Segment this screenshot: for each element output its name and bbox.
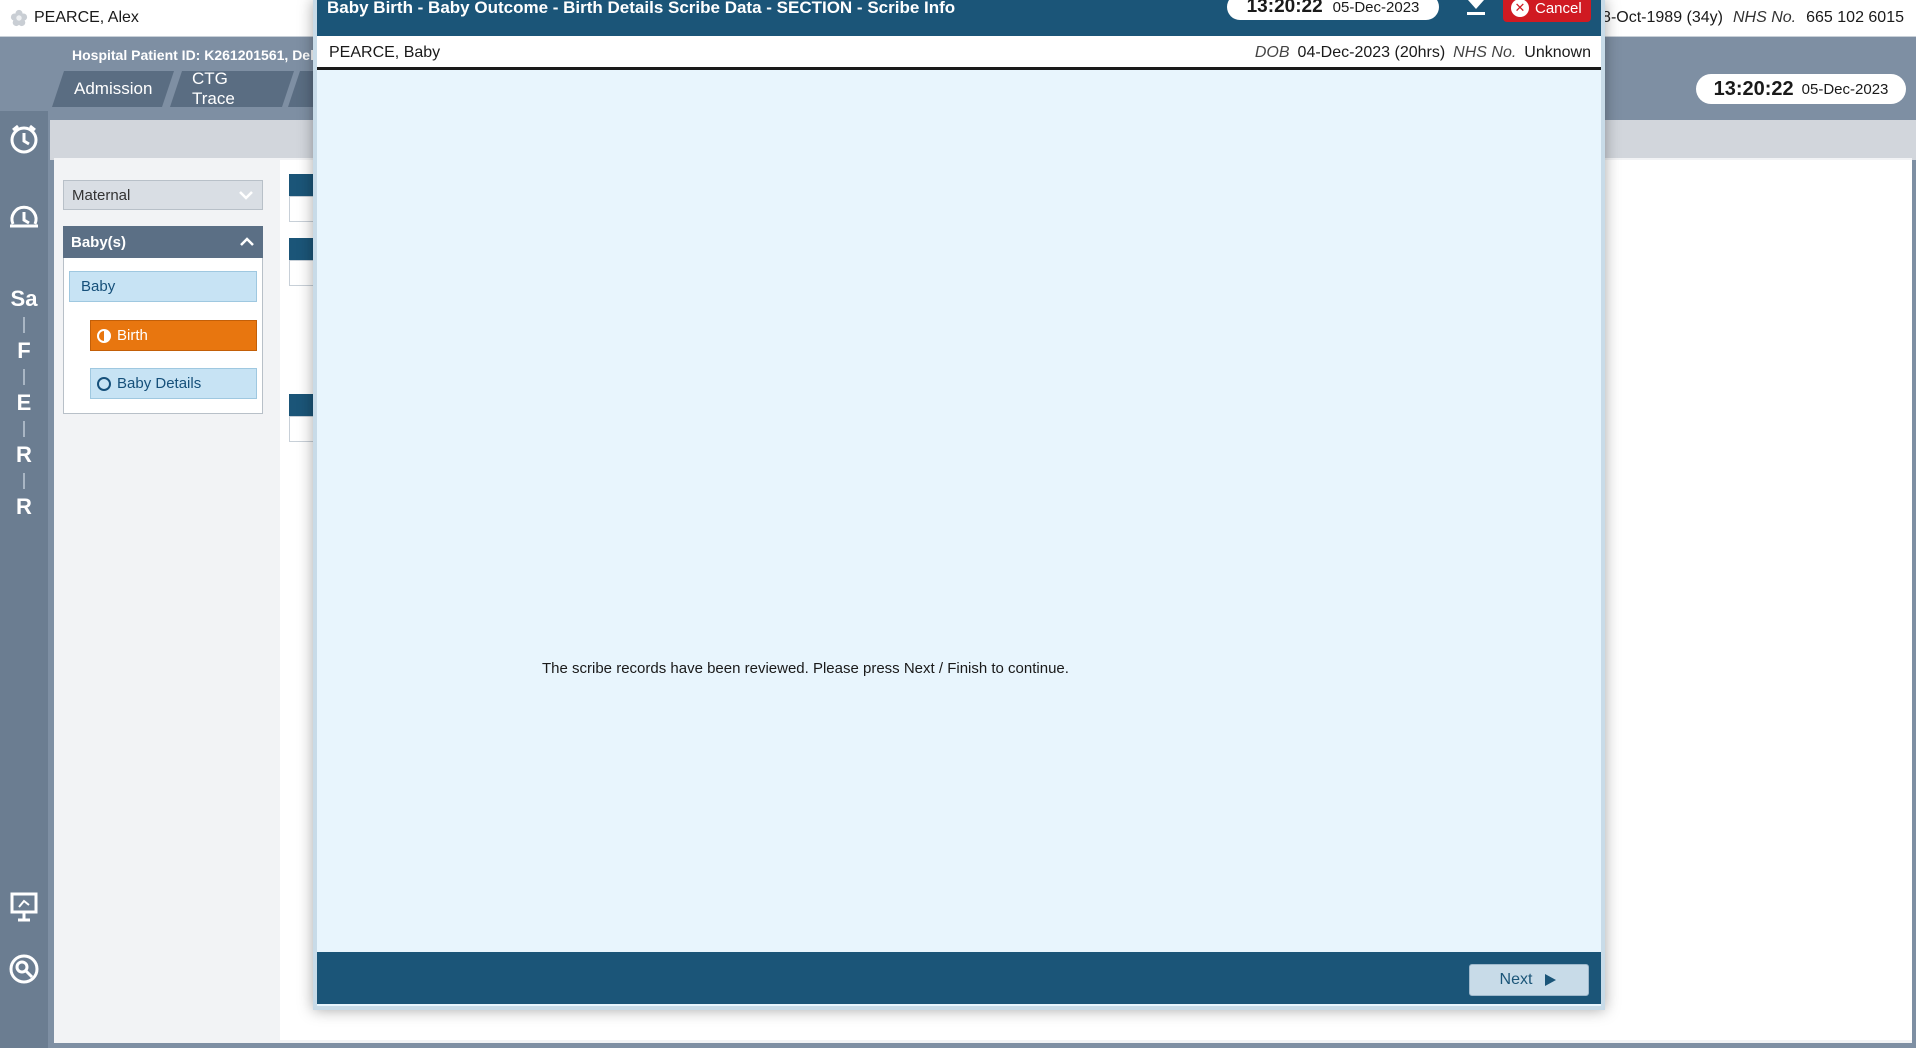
- cancel-label: Cancel: [1535, 0, 1582, 17]
- app-clock-time: 13:20:22: [1713, 77, 1794, 100]
- baby-info: DOB 04-Dec-2023 (20hrs) NHS No. Unknown: [1255, 44, 1591, 62]
- tab-admission[interactable]: Admission: [52, 71, 174, 107]
- play-icon: [1545, 974, 1557, 986]
- nhs-number: 665 102 6015: [1806, 9, 1904, 26]
- rail-item-e[interactable]: E: [6, 385, 42, 421]
- left-rail: Sa F E R R: [0, 111, 48, 1048]
- dialog-clock-date: 05-Dec-2023: [1332, 0, 1420, 16]
- dialog-clock-time: 13:20:22: [1246, 0, 1323, 17]
- next-button[interactable]: Next: [1469, 964, 1589, 996]
- next-label: Next: [1499, 971, 1533, 988]
- babies-list: Baby Birth Baby Details: [63, 258, 263, 414]
- baby-details-item[interactable]: Baby Details: [90, 368, 257, 399]
- tab-ctg-trace[interactable]: CTG Trace: [170, 71, 294, 107]
- half-circle-icon: [97, 328, 111, 343]
- review-message: The scribe records have been reviewed. P…: [542, 660, 1069, 677]
- nhs-label: NHS No.: [1733, 9, 1797, 26]
- baby-nhs-value: Unknown: [1524, 44, 1591, 61]
- flower-icon: [10, 9, 28, 27]
- patient-name: PEARCE, Alex: [34, 9, 139, 26]
- patient-dob: 18-Oct-1989 (34y): [1593, 9, 1723, 26]
- dialog-patient-bar: PEARCE, Baby DOB 04-Dec-2023 (20hrs) NHS…: [317, 36, 1601, 70]
- dialog-body: The scribe records have been reviewed. P…: [317, 70, 1601, 952]
- rail-item-r2[interactable]: R: [6, 489, 42, 525]
- cancel-button[interactable]: ✕ Cancel: [1503, 0, 1591, 22]
- patient-header: PEARCE, Alex: [10, 9, 139, 27]
- close-icon: ✕: [1511, 0, 1529, 17]
- birth-item-label: Birth: [117, 327, 148, 344]
- maternal-label: Maternal: [72, 186, 131, 204]
- history-icon[interactable]: [6, 199, 42, 235]
- dialog-clock: 13:20:22 05-Dec-2023: [1227, 0, 1439, 20]
- baby-nhs-label: NHS No.: [1453, 44, 1517, 61]
- rail-item-sa[interactable]: Sa: [6, 281, 42, 317]
- empty-circle-icon: [97, 376, 111, 391]
- baby-item[interactable]: Baby: [69, 271, 257, 302]
- baby-details-label: Baby Details: [117, 375, 202, 392]
- scribe-info-dialog: Baby Birth - Baby Outcome - Birth Detail…: [313, 0, 1605, 1010]
- chevron-up-icon: [240, 237, 254, 246]
- search-icon[interactable]: [6, 951, 42, 987]
- babies-section-header[interactable]: Baby(s): [63, 226, 263, 258]
- baby-item-label: Baby: [81, 278, 116, 295]
- rail-item-f[interactable]: F: [6, 333, 42, 369]
- download-icon[interactable]: [1463, 0, 1489, 20]
- dialog-titlebar: Baby Birth - Baby Outcome - Birth Detail…: [317, 0, 1601, 36]
- maternal-dropdown[interactable]: Maternal: [63, 180, 263, 210]
- babies-label: Baby(s): [71, 233, 127, 251]
- dob-label: DOB: [1254, 44, 1290, 61]
- dialog-footer: Next: [317, 952, 1601, 1004]
- app-clock: 13:20:22 05-Dec-2023: [1696, 74, 1906, 104]
- navigation-panel: Maternal Baby(s) Baby Birth Baby Details: [63, 180, 263, 414]
- baby-name: PEARCE, Baby: [329, 44, 441, 61]
- clock-icon[interactable]: [6, 121, 42, 157]
- dob-value: 04-Dec-2023 (20hrs): [1297, 44, 1446, 61]
- hospital-patient-id: Hospital Patient ID: K261201561, Del: [72, 47, 314, 63]
- patient-info: 18-Oct-1989 (34y) NHS No. 665 102 6015: [1593, 9, 1904, 27]
- birth-item[interactable]: Birth: [90, 320, 257, 351]
- dialog-title: Baby Birth - Baby Outcome - Birth Detail…: [327, 0, 956, 17]
- rail-item-r1[interactable]: R: [6, 437, 42, 473]
- app-clock-date: 05-Dec-2023: [1801, 80, 1889, 98]
- chevron-down-icon: [239, 191, 253, 200]
- presentation-icon[interactable]: [6, 889, 42, 925]
